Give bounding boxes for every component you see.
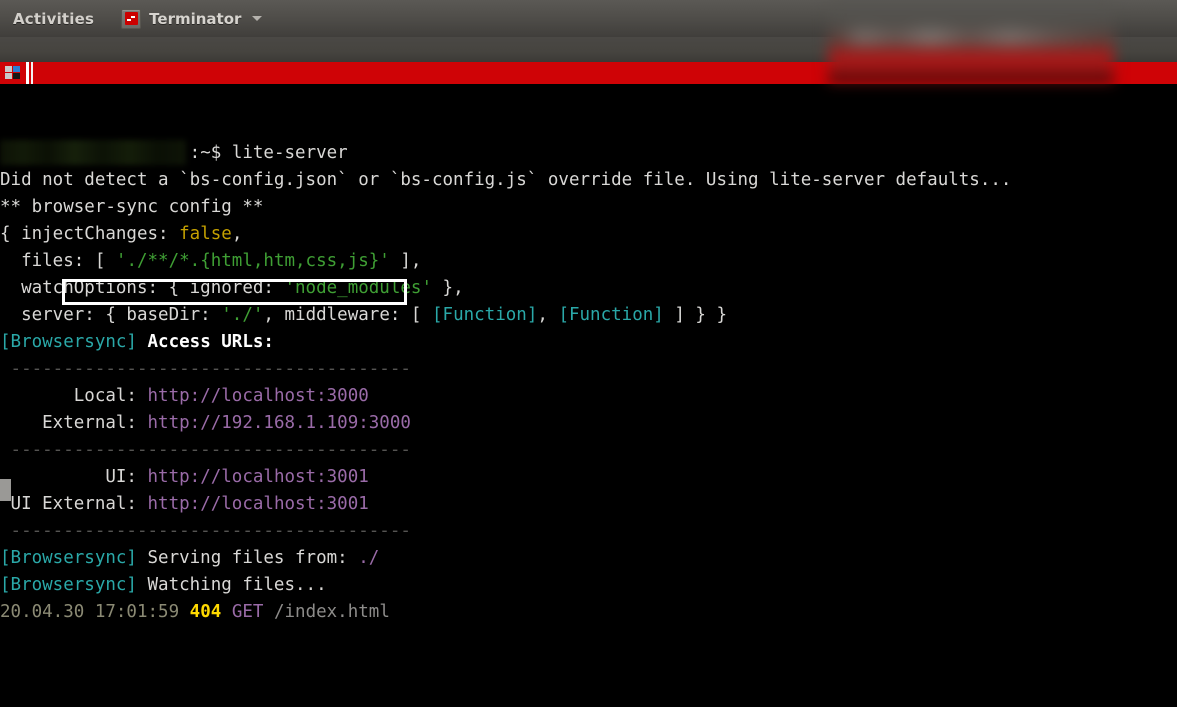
terminal-text: , xyxy=(231,224,243,244)
terminal-line: [Browsersync] Watching files... xyxy=(0,572,1177,599)
terminal-line: [Browsersync] Serving files from: ./ xyxy=(0,545,1177,572)
terminal-text: [Browsersync] xyxy=(0,332,137,352)
terminal-text: http://localhost:3001 xyxy=(147,494,369,514)
terminal-line: Did not detect a `bs-config.json` or `bs… xyxy=(0,167,1177,194)
terminal-line: watchOptions: { ignored: 'node_modules' … xyxy=(0,275,1177,302)
terminal-text: UI: xyxy=(0,467,148,487)
terminal-line: { injectChanges: false, xyxy=(0,221,1177,248)
terminal-text: GET xyxy=(231,602,264,622)
terminal-line: -------------------------------------- xyxy=(0,518,1177,545)
terminal-line: UI External: http://localhost:3001 xyxy=(0,491,1177,518)
terminal-text: External: xyxy=(0,413,148,433)
terminal-line: -------------------------------------- xyxy=(0,356,1177,383)
titlebar-divider xyxy=(26,62,29,84)
terminal-text: './' xyxy=(221,305,264,325)
activities-button[interactable]: Activities xyxy=(13,10,94,28)
terminal-line: Local: http://localhost:3000 xyxy=(0,383,1177,410)
terminal-text: ./ xyxy=(358,548,380,568)
terminal-line: [Browsersync] Access URLs: xyxy=(0,329,1177,356)
terminal-text: http://localhost:3000 xyxy=(147,386,369,406)
terminal-text: 'node_modules' xyxy=(284,278,432,298)
terminal-text: 20.04.30 17:01:59 xyxy=(0,602,190,622)
terminal-text: Access URLs: xyxy=(147,332,274,352)
chevron-down-icon xyxy=(252,16,263,21)
terminal-cursor xyxy=(0,479,11,501)
app-menu-label: Terminator xyxy=(149,9,242,28)
terminal-text: Did not detect a `bs-config.json` or `bs… xyxy=(0,170,1012,190)
terminal-text: false xyxy=(179,224,232,244)
terminal-text: UI External: xyxy=(0,494,148,514)
terminal-text: /index.html xyxy=(263,602,390,622)
terminal-line: ** browser-sync config ** xyxy=(0,194,1177,221)
redacted-username xyxy=(0,140,186,165)
terminal-text: files: [ xyxy=(0,251,116,271)
terminal-text: lite-server xyxy=(231,143,348,163)
terminal-text: ** browser-sync config ** xyxy=(0,197,264,217)
terminal-icon xyxy=(121,8,142,29)
terminal-text: , xyxy=(537,305,559,325)
app-menu-button[interactable]: Terminator xyxy=(121,8,263,29)
terminal-text: }, xyxy=(432,278,464,298)
terminal-line: :~$ lite-server xyxy=(0,140,1177,167)
terminal-line: External: http://192.168.1.109:3000 xyxy=(0,410,1177,437)
terminal-text: -------------------------------------- xyxy=(0,521,411,541)
terminal-lines: :~$ lite-server Did not detect a `bs-conf… xyxy=(0,140,1177,626)
terminator-layout-icon[interactable] xyxy=(0,62,24,84)
terminal-text: ] } } xyxy=(663,305,728,325)
titlebar-divider-2 xyxy=(31,62,33,84)
terminal-text: http://192.168.1.109:3000 xyxy=(147,413,411,433)
terminal-text: 404 xyxy=(189,602,222,622)
terminal-text: [Browsersync] xyxy=(0,548,137,568)
terminal-text: Watching files... xyxy=(136,575,327,595)
redacted-region xyxy=(828,0,1114,84)
terminal-text: -------------------------------------- xyxy=(0,359,411,379)
terminal-text: [Function] xyxy=(558,305,664,325)
terminal-text: './**/*.{html,htm,css,js}' xyxy=(115,251,390,271)
terminal-text: server: { baseDir: xyxy=(0,305,222,325)
terminal-text: http://localhost:3001 xyxy=(147,467,369,487)
terminal-text: watchOptions: { ignored: xyxy=(0,278,285,298)
terminal-output[interactable]: :~$ lite-server Did not detect a `bs-conf… xyxy=(0,84,1177,622)
terminal-line: UI: http://localhost:3001 xyxy=(0,464,1177,491)
terminal-text: { injectChanges: xyxy=(0,224,180,244)
terminal-line: files: [ './**/*.{html,htm,css,js}' ], xyxy=(0,248,1177,275)
terminal-text: ], xyxy=(389,251,422,271)
terminal-text: [Browsersync] xyxy=(0,575,137,595)
terminal-line: 20.04.30 17:01:59 404 GET /index.html xyxy=(0,599,1177,626)
terminal-text: [Function] xyxy=(432,305,538,325)
terminal-text: -------------------------------------- xyxy=(0,440,411,460)
terminal-text: , middleware: [ xyxy=(263,305,432,325)
terminal-line: -------------------------------------- xyxy=(0,437,1177,464)
terminal-text: Local: xyxy=(0,386,148,406)
terminal-text: :~$ xyxy=(189,143,232,163)
terminal-line: server: { baseDir: './', middleware: [ [… xyxy=(0,302,1177,329)
terminal-text: Serving files from: xyxy=(136,548,359,568)
